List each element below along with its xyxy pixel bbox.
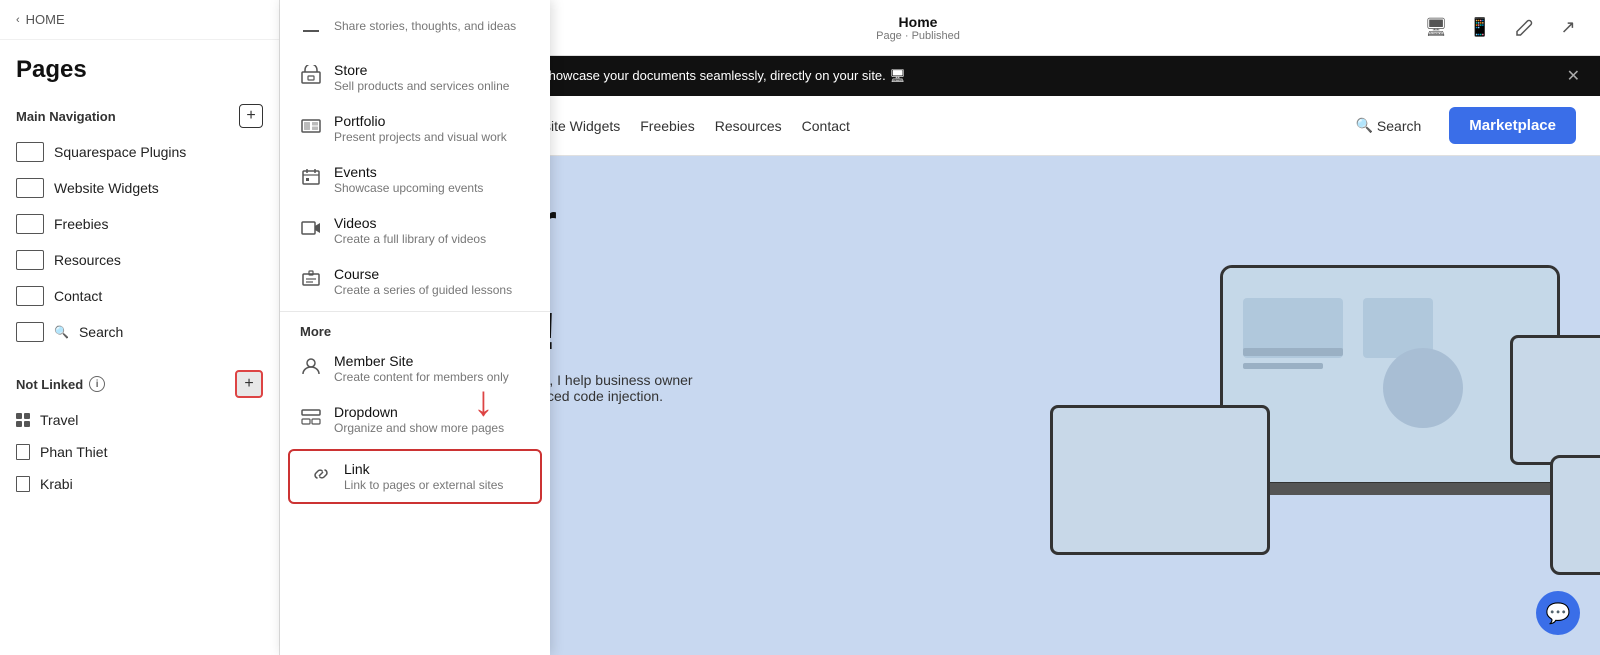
add-main-nav-button[interactable]: + [239,104,263,128]
not-linked-label: Not Linked [16,377,83,392]
sidebar-item-squarespace-plugins[interactable]: Squarespace Plugins [0,134,279,170]
desktop-view-icon[interactable]: 🖥 [1420,12,1452,44]
dropdown-item-course[interactable]: Course Create a series of guided lessons [280,256,550,307]
sidebar-item-label: Travel [40,412,78,428]
grid-icon [16,413,30,427]
back-label: HOME [26,12,65,27]
page-status: Page · Published [876,30,960,42]
sidebar-item-label: Search [79,324,123,340]
add-not-linked-button[interactable]: + [235,370,263,398]
red-arrow-indicator: ↓ [473,380,494,422]
site-search-button[interactable]: 🔍 Search [1355,117,1421,134]
sidebar-item-label: Resources [54,252,121,268]
site-nav-freebies[interactable]: Freebies [640,118,694,134]
sidebar-item-label: Contact [54,288,102,304]
page-name: Home [876,14,960,30]
store-icon [300,64,322,86]
sidebar-item-resources[interactable]: Resources [0,242,279,278]
info-icon: i [89,376,105,392]
dropdown-item-blog[interactable]: Share stories, thoughts, and ideas [280,8,550,52]
sidebar-item-label: Website Widgets [54,180,159,196]
search-label: Search [1377,118,1421,134]
banner-close-button[interactable]: ✕ [1567,66,1580,86]
sidebar: ‹ HOME Pages Main Navigation + Squarespa… [0,0,280,655]
sidebar-item-label: Freebies [54,216,108,232]
add-page-dropdown: Share stories, thoughts, and ideas Store… [280,0,550,655]
page-icon [16,476,30,492]
page-icon [16,178,44,198]
dropdown-item-videos[interactable]: Videos Create a full library of videos [280,205,550,256]
small-laptop-mockup [1050,405,1270,555]
dropdown-item-text: Store Sell products and services online [334,62,509,93]
pages-title: Pages [0,40,279,92]
tablet-view-icon[interactable]: 📱 [1464,12,1496,44]
member-site-icon [300,355,322,377]
search-icon: 🔍 [1355,117,1372,134]
sidebar-item-label: Phan Thiet [40,444,107,460]
tablet-mockup [1510,335,1600,465]
course-icon [300,268,322,290]
sidebar-item-search[interactable]: 🔍 Search [0,314,279,350]
section-separator [0,350,279,358]
dropdown-item-portfolio[interactable]: Portfolio Present projects and visual wo… [280,103,550,154]
external-link-icon[interactable]: ↗ [1552,12,1584,44]
topbar-center: Home Page · Published [876,14,960,42]
sidebar-item-phan-thiet[interactable]: Phan Thiet [0,436,279,468]
sidebar-item-krabi[interactable]: Krabi [0,468,279,500]
topbar-right: 🖥 📱 ↗ [1420,12,1584,44]
page-icon [16,322,44,342]
dropdown-item-text: Link Link to pages or external sites [344,461,503,492]
events-icon [300,166,322,188]
hero-devices [1000,255,1600,655]
dropdown-item-text: Course Create a series of guided lessons [334,266,512,297]
search-icon-text: 🔍 [54,325,69,339]
blog-icon [300,20,322,42]
back-button[interactable]: ‹ HOME [0,0,279,40]
page-icon [16,250,44,270]
sidebar-item-freebies[interactable]: Freebies [0,206,279,242]
page-icon [16,142,44,162]
link-item-inner: Link Link to pages or external sites [290,451,540,502]
page-icon [16,286,44,306]
marketplace-button[interactable]: Marketplace [1449,107,1576,144]
page-icon [16,444,30,460]
page-icon [16,214,44,234]
videos-icon [300,217,322,239]
dropdown-item-link[interactable]: Link Link to pages or external sites [288,449,542,504]
divider [280,311,550,312]
dropdown-item-member-site[interactable]: Member Site Create content for members o… [280,343,550,394]
dropdown-item-text: Share stories, thoughts, and ideas [334,18,516,33]
chat-bubble-button[interactable]: 💬 [1536,591,1580,635]
sidebar-item-label: Squarespace Plugins [54,144,186,160]
portfolio-icon [300,115,322,137]
edit-icon[interactable] [1508,12,1540,44]
chat-icon: 💬 [1546,601,1571,626]
sidebar-item-travel[interactable]: Travel [0,404,279,436]
dropdown-item-text: Events Showcase upcoming events [334,164,483,195]
laptop-screen-content [1223,268,1557,482]
dropdown-item-text: Videos Create a full library of videos [334,215,486,246]
dropdown-icon [300,406,322,428]
more-label: More [280,316,550,343]
sidebar-item-website-widgets[interactable]: Website Widgets [0,170,279,206]
laptop-mockup [1220,265,1560,485]
not-linked-section: Not Linked i + [0,358,279,404]
site-nav-contact[interactable]: Contact [802,118,850,134]
phone-mockup [1550,455,1600,575]
sidebar-item-label: Krabi [40,476,73,492]
sidebar-item-contact[interactable]: Contact [0,278,279,314]
chevron-left-icon: ‹ [16,14,20,26]
main-nav-section: Main Navigation + [0,92,279,134]
dropdown-item-store[interactable]: Store Sell products and services online [280,52,550,103]
site-nav-resources[interactable]: Resources [715,118,782,134]
dropdown-item-events[interactable]: Events Showcase upcoming events [280,154,550,205]
laptop-screen [1223,268,1557,482]
dropdown-item-text: Portfolio Present projects and visual wo… [334,113,507,144]
link-icon [310,463,332,485]
dropdown-item-dropdown[interactable]: Dropdown Organize and show more pages [280,394,550,445]
main-nav-label: Main Navigation [16,109,116,124]
